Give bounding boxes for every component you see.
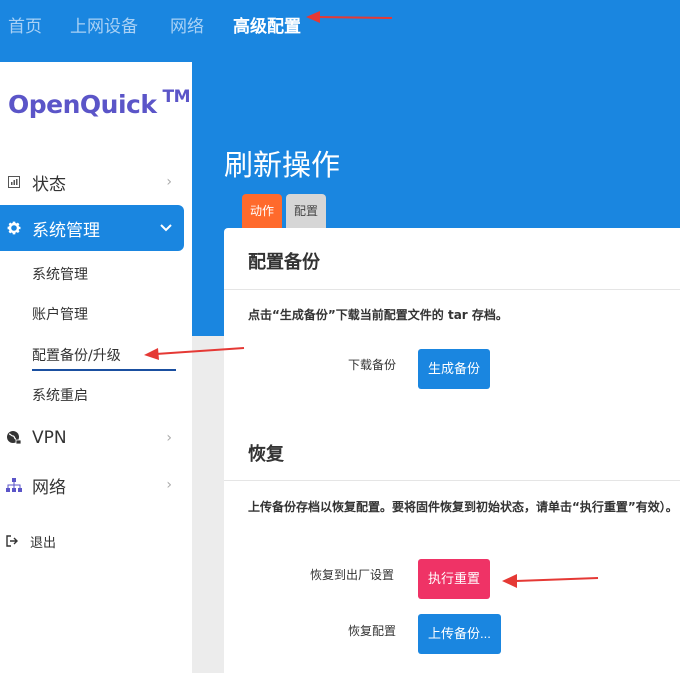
topnav-devices[interactable]: 上网设备: [70, 12, 138, 37]
download-backup-label: 下载备份: [348, 358, 397, 372]
restore-config-label: 恢复配置: [348, 624, 397, 638]
sidebar-item-label: 状态: [32, 174, 66, 195]
gear-icon: [6, 219, 22, 237]
chevron-right-icon: ›: [166, 477, 172, 493]
page-title: 刷新操作: [224, 148, 341, 182]
sidebar-item-system[interactable]: 系统管理: [0, 205, 184, 251]
generate-backup-button[interactable]: 生成备份: [418, 349, 491, 389]
restore-description: 上传备份存档以恢复配置。要将固件恢复到初始状态，请单击“执行重置”有效）。: [248, 500, 678, 514]
sidebar-item-status[interactable]: 状态 ›: [0, 159, 184, 205]
topnav-network[interactable]: 网络: [170, 12, 204, 37]
tab-action[interactable]: 动作: [242, 194, 283, 228]
upload-backup-button[interactable]: 上传备份...: [418, 614, 501, 654]
logout-icon: [6, 532, 18, 551]
restore-section-title: 恢复: [248, 444, 284, 465]
tab-config[interactable]: 配置: [286, 194, 327, 228]
chevron-right-icon: ›: [166, 174, 172, 190]
topnav-advanced[interactable]: 高级配置: [233, 12, 301, 37]
logo-trademark: TM: [162, 87, 190, 107]
subitem-system-management[interactable]: 系统管理: [32, 264, 88, 284]
subitem-account-management[interactable]: 账户管理: [32, 304, 88, 324]
top-navbar: 首页 上网设备 网络 高级配置: [0, 0, 680, 62]
content-card: [224, 228, 680, 673]
sidebar-item-label: 网络: [32, 477, 66, 498]
section-divider: [224, 289, 680, 290]
status-icon: [6, 176, 22, 188]
network-icon: [6, 478, 22, 492]
section-divider: [224, 480, 680, 481]
chevron-right-icon: ›: [166, 430, 172, 446]
perform-reset-button[interactable]: 执行重置: [418, 559, 491, 599]
backup-description: 点击“生成备份”下载当前配置文件的 tar 存档。: [248, 308, 508, 322]
sidebar-item-label: VPN: [32, 428, 67, 448]
factory-reset-label: 恢复到出厂设置: [310, 568, 395, 582]
topnav-home[interactable]: 首页: [8, 12, 42, 37]
logo-text: OpenQuick: [8, 90, 157, 119]
active-subitem-underline: [32, 369, 176, 371]
globe-lock-icon: [6, 430, 22, 446]
logo: OpenQuick TM: [8, 87, 190, 119]
subitem-system-reboot[interactable]: 系统重启: [32, 385, 88, 405]
subitem-backup-upgrade[interactable]: 配置备份/升级: [32, 345, 121, 365]
chevron-down-icon: [160, 220, 172, 236]
logout-label: 退出: [30, 536, 57, 551]
sidebar-item-label: 系统管理: [32, 220, 100, 241]
sidebar: OpenQuick TM 状态 › 系统管理 系统管理 账户管理 配置备份/升级 …: [0, 62, 192, 673]
backup-section-title: 配置备份: [248, 252, 320, 273]
logout-link[interactable]: 退出: [6, 532, 56, 551]
sidebar-item-vpn[interactable]: VPN ›: [0, 415, 184, 461]
sidebar-item-network[interactable]: 网络 ›: [0, 462, 184, 508]
